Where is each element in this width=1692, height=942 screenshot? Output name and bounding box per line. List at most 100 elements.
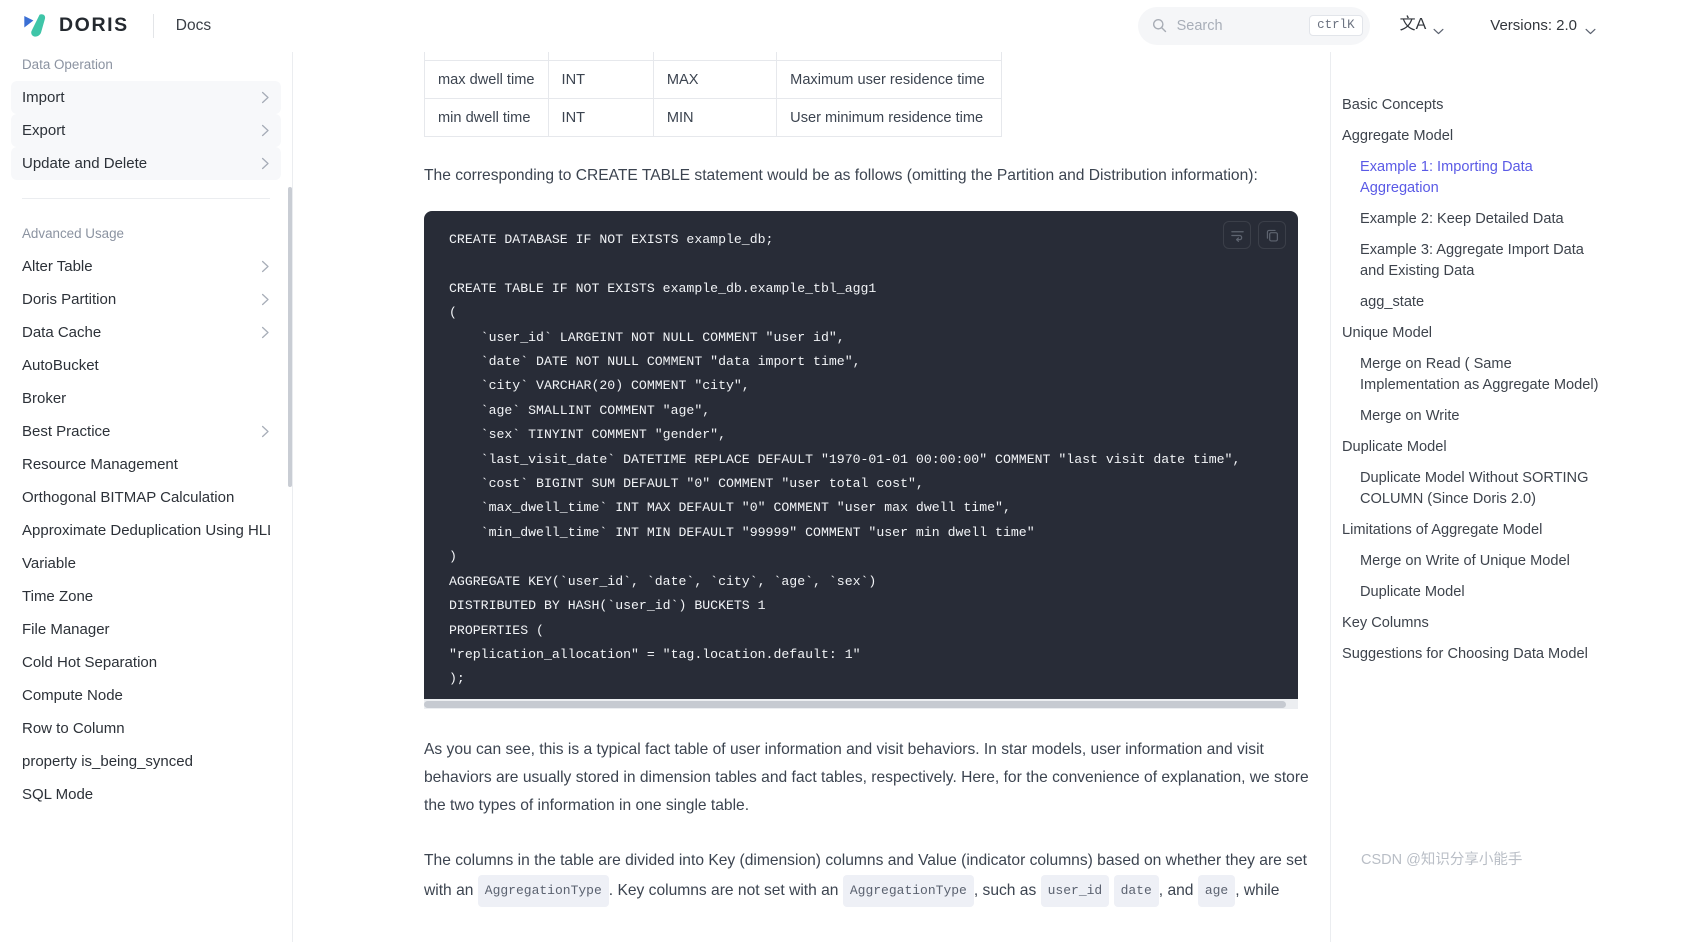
chevron-down-icon [1585,22,1596,35]
toc-item-duplicate-model-without-sorting-column-since-doris-2-0[interactable]: Duplicate Model Without SORTING COLUMN (… [1342,463,1602,515]
inline-code-user-id: user_id [1040,874,1110,907]
toc-item-key-columns[interactable]: Key Columns [1342,608,1692,639]
sidebar-item-resource-management[interactable]: Resource Management [11,448,281,481]
sidebar-item-time-zone[interactable]: Time Zone [11,580,281,613]
toc-item-example-3-aggregate-import-data-and-existing-data[interactable]: Example 3: Aggregate Import Data and Exi… [1342,235,1602,287]
sidebar-group-title: Data Operation [22,57,113,72]
toc-item-example-1-importing-data-aggregation[interactable]: Example 1: Importing Data Aggregation [1342,152,1602,204]
table-cell: User minimum residence time [776,98,1002,137]
toc-item-aggregate-model[interactable]: Aggregate Model [1342,121,1692,152]
copy-icon[interactable] [1258,221,1286,249]
table-cell: max dwell time [424,60,549,99]
sidebar-item-data-cache[interactable]: Data Cache [11,316,281,349]
brand-name: DORIS [59,14,129,36]
toc-item-duplicate-model[interactable]: Duplicate Model [1342,577,1602,608]
language-switcher[interactable]: 文A [1399,15,1445,35]
sidebar-item-autobucket[interactable]: AutoBucket [11,349,281,382]
sidebar-item-cold-hot-separation[interactable]: Cold Hot Separation [11,646,281,679]
sidebar-item-import[interactable]: Import [11,81,281,114]
sidebar-item-label: Data Cache [22,324,102,341]
csdn-watermark: CSDN @知识分享小能手 [1361,852,1523,868]
search-placeholder: Search [1176,17,1223,34]
chevron-right-icon [261,157,270,170]
sidebar-item-approximate-deduplication-using-hll[interactable]: Approximate Deduplication Using HLL [11,514,281,547]
nav-link-docs[interactable]: Docs [176,17,211,35]
sidebar-item-property-is-being-synced[interactable]: property is_being_synced [11,745,281,778]
sidebar-item-label: AutoBucket [22,357,99,374]
table-row: max dwell time INT MAX Maximum user residen… [424,60,1002,99]
sidebar-item-label: Export [22,122,66,139]
sidebar-item-alter-table[interactable]: Alter Table [11,250,281,283]
sidebar-item-row-to-column[interactable]: Row to Column [11,712,281,745]
toc-item-suggestions-for-choosing-data-model[interactable]: Suggestions for Choosing Data Model [1342,639,1692,670]
word-wrap-icon[interactable] [1223,221,1251,249]
sidebar-item-label: Approximate Deduplication Using HLL [22,522,270,539]
sidebar-item-label: Update and Delete [22,155,148,172]
docs-page: DORIS Docs Search ctrlK 文A Versions: 2.0… [0,0,1692,942]
translate-icon: 文A [1399,15,1427,33]
sql-code-block: CREATE DATABASE IF NOT EXISTS example_db… [424,211,1298,709]
sidebar-item-doris-partition[interactable]: Doris Partition [11,283,281,316]
inline-code-age: age [1197,874,1236,907]
table-cell: Total user consumption [776,52,1002,61]
toc-item-unique-model[interactable]: Unique Model [1342,318,1692,349]
sidebar-item-label: Import [22,89,65,106]
sidebar-item-file-manager[interactable]: File Manager [11,613,281,646]
search-icon [1152,18,1167,33]
table-cell: SUM [652,52,778,61]
paragraph-key-value-line2d: , and [1158,881,1194,899]
toc-item-agg-state[interactable]: agg_state [1342,287,1602,318]
sidebar-item-variable[interactable]: Variable [11,547,281,580]
chevron-right-icon [261,260,270,273]
code-scroll-track[interactable] [424,698,1298,709]
table-of-contents: Basic Concepts Aggregate Model Example 1: … [1330,52,1692,942]
sidebar-divider [22,198,270,199]
inline-code-aggregationtype-1: AggregationType [477,874,609,907]
toc-item-merge-on-read-same-implementation-as-aggregate-model[interactable]: Merge on Read ( Same Implementation as A… [1342,349,1602,401]
sidebar-item-best-practice[interactable]: Best Practice [11,415,281,448]
sidebar-item-compute-node[interactable]: Compute Node [11,679,281,712]
sidebar-scrollbar[interactable] [288,187,292,487]
sidebar-item-orthogonal-bitmap-calculation[interactable]: Orthogonal BITMAP Calculation [11,481,281,514]
chevron-right-icon [261,293,270,306]
sidebar-item-sql-mode[interactable]: SQL Mode [11,778,281,811]
versions-dropdown[interactable]: Versions: 2.0 [1490,17,1596,35]
toc-item-merge-on-write[interactable]: Merge on Write [1342,401,1602,432]
table-cell: MAX [652,60,778,99]
toc-item-limitations-of-aggregate-model[interactable]: Limitations of Aggregate Model [1342,515,1692,546]
sidebar-list: Data Operation Import Export Update and Del… [0,52,292,811]
sidebar-item-label: Resource Management [22,456,178,473]
sidebar-item-export[interactable]: Export [11,114,281,147]
inline-code-aggregationtype-2: AggregationType [842,874,974,907]
main-content: costBIGINTSUMTotal user consumptionmax d… [293,52,1329,942]
paragraph-key-value-line2a: with an [424,881,474,899]
table-cell: INT [547,60,654,99]
code-scroll-thumb[interactable] [424,700,1286,708]
search-input[interactable]: Search ctrlK [1137,6,1370,45]
brand[interactable]: DORIS [0,11,129,41]
chevron-right-icon [261,124,270,137]
paragraph-after-code: As you can see, this is a typical fact t… [424,740,1309,814]
paragraph-key-value: The columns in the table are divided int… [424,847,1310,907]
sidebar-item-label: Compute Node [22,687,123,704]
toc-item-duplicate-model[interactable]: Duplicate Model [1342,432,1692,463]
toc-item-example-2-keep-detailed-data[interactable]: Example 2: Keep Detailed Data [1342,204,1602,235]
sidebar-item-label: File Manager [22,621,110,638]
nav-divider [152,13,154,38]
paragraph-key-value-line2c: , such as [973,881,1037,899]
toc-item-basic-concepts[interactable]: Basic Concepts [1342,90,1692,121]
sidebar-item-broker[interactable]: Broker [11,382,281,415]
chevron-right-icon [261,425,270,438]
sidebar-group-title: Advanced Usage [22,226,124,241]
table-row: costBIGINTSUMTotal user consumption [424,52,1002,61]
code-text: CREATE DATABASE IF NOT EXISTS example_db… [449,232,1241,687]
sidebar-item-update-and-delete[interactable]: Update and Delete [11,147,281,180]
code-block-container: CREATE DATABASE IF NOT EXISTS example_db… [424,211,1298,709]
table-cell: BIGINT [547,52,654,61]
sidebar-item-label: Doris Partition [22,291,117,308]
sidebar-item-label: Time Zone [22,588,94,605]
sidebar-item-label: SQL Mode [22,786,94,803]
code-actions [1223,221,1286,249]
toc-item-merge-on-write-of-unique-model[interactable]: Merge on Write of Unique Model [1342,546,1602,577]
sidebar-item-label: Row to Column [22,720,125,737]
